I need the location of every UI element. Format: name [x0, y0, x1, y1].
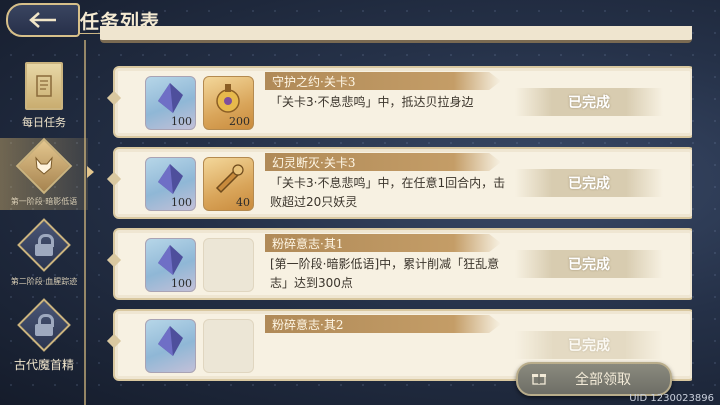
task-title: 粉碎意志·其1	[272, 237, 344, 251]
sidebar-tab-stage-2[interactable]: 第二阶段·血腥踪迹	[0, 218, 88, 296]
reward-qty: 200	[229, 115, 250, 128]
empty-reward-slot	[203, 238, 254, 292]
task-title-ribbon: 粉碎意志·其2	[265, 315, 501, 333]
reward-item[interactable]: 100	[145, 76, 196, 130]
sidebar-tab-stage-1[interactable]: 第一阶段·暗影低语	[0, 137, 94, 210]
status-label: 已完成	[568, 338, 610, 354]
reward-qty: 100	[171, 115, 192, 128]
task-status: 已完成	[515, 331, 663, 359]
locked-emblem	[17, 298, 71, 352]
lock-icon	[35, 234, 53, 256]
sidebar-tab-label: 古代魔首精	[13, 358, 74, 372]
reward-qty: 100	[171, 196, 192, 209]
status-label: 已完成	[568, 257, 610, 273]
task-status: 已完成	[515, 88, 663, 116]
crystal-icon	[158, 83, 183, 113]
empty-reward-slot	[203, 319, 254, 373]
claim-all-button[interactable]: 全部领取	[516, 362, 672, 396]
potion-icon	[216, 84, 240, 113]
claim-all-label: 全部领取	[575, 372, 631, 388]
task-title-ribbon: 粉碎意志·其1	[265, 234, 501, 252]
locked-emblem	[17, 218, 71, 272]
reward-item[interactable]: 200	[203, 76, 254, 130]
task-description: 「关卡3·不息悲鸣」中，在任意1回合内，击败超过20只妖灵	[270, 176, 506, 209]
status-label: 已完成	[568, 176, 610, 192]
crystal-icon	[158, 326, 183, 356]
sidebar-tab-label: 第一阶段·暗影低语	[10, 197, 78, 206]
reward-item[interactable]: 40	[203, 157, 254, 211]
task-title-ribbon: 幻灵断灭·关卡3	[265, 153, 501, 171]
task-title: 粉碎意志·其2	[272, 318, 344, 332]
task-card: 100 200 守护之约·关卡3 「关卡3·不息悲鸣」中，抵达贝拉身边 已完成	[113, 66, 692, 138]
reward-qty: 40	[236, 196, 250, 209]
crystal-icon	[158, 164, 183, 194]
task-status: 已完成	[515, 169, 663, 197]
fox-mask-icon	[15, 137, 73, 195]
status-label: 已完成	[568, 95, 610, 111]
task-description: [第一阶段·暗影低语]中，累计削减「狂乱意志」达到300点	[270, 257, 500, 290]
horn-icon	[215, 164, 244, 194]
sidebar-tab-label: 每日任务	[22, 116, 66, 129]
reward-item[interactable]: 100	[145, 157, 196, 211]
back-arrow-icon	[29, 12, 56, 28]
task-card: 100 40 幻灵断灭·关卡3 「关卡3·不息悲鸣」中，在任意1回合内，击败超过…	[113, 147, 692, 219]
crystal-icon	[158, 245, 183, 275]
task-list[interactable]: 100 200 守护之约·关卡3 「关卡3·不息悲鸣」中，抵达贝拉身边 已完成 …	[100, 38, 692, 405]
scroll-icon	[25, 62, 63, 110]
sidebar: 每日任务 第一阶段·暗影低语 第二阶段·血腥踪迹 古代魔首精	[0, 40, 95, 405]
task-description: 「关卡3·不息悲鸣」中，抵达贝拉身边	[270, 95, 474, 109]
task-title-ribbon: 守护之约·关卡3	[265, 72, 501, 90]
task-status: 已完成	[515, 250, 663, 278]
gift-icon	[532, 374, 546, 385]
back-button[interactable]	[6, 3, 80, 37]
reward-item[interactable]	[145, 319, 196, 373]
sidebar-tab-stage-3[interactable]: 古代魔首精	[0, 298, 88, 376]
lock-icon	[35, 314, 53, 336]
reward-item[interactable]: 100	[145, 238, 196, 292]
sidebar-tab-daily[interactable]: 每日任务	[0, 62, 88, 142]
task-title: 守护之约·关卡3	[272, 75, 356, 89]
user-id: UID 1230023896	[629, 393, 714, 404]
task-title: 幻灵断灭·关卡3	[272, 156, 356, 170]
task-card: 100 粉碎意志·其1 [第一阶段·暗影低语]中，累计削减「狂乱意志」达到300…	[113, 228, 692, 300]
reward-qty: 100	[171, 277, 192, 290]
sidebar-tab-label: 第二阶段·血腥踪迹	[10, 277, 78, 286]
